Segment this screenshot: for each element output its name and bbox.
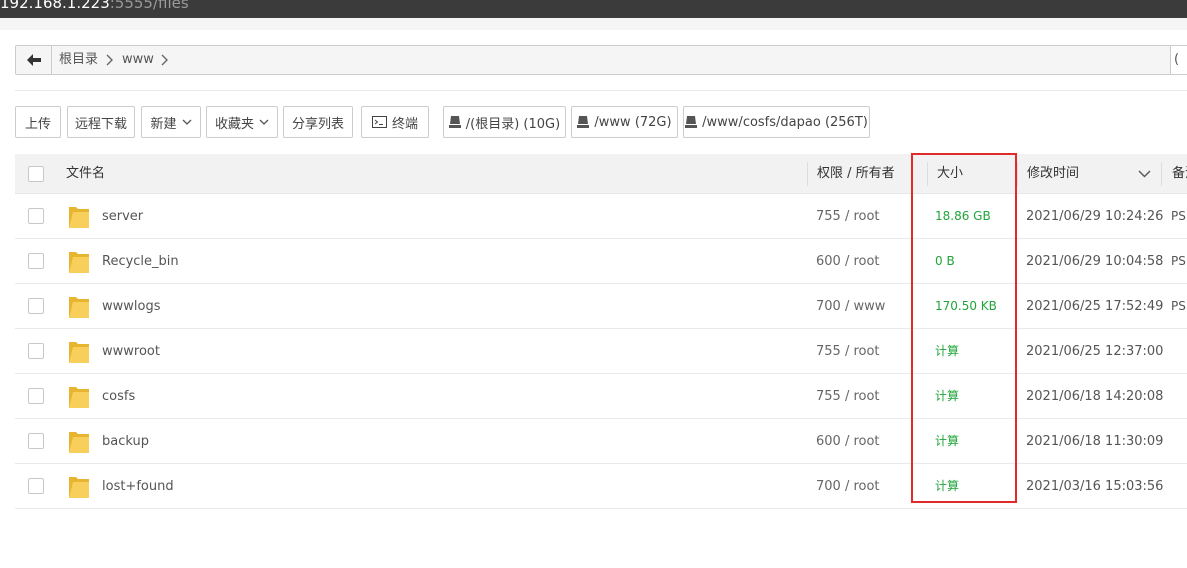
chevron-right-icon	[106, 54, 113, 66]
terminal-label: 终端	[391, 116, 418, 132]
terminal-button[interactable]: 终端	[361, 106, 429, 138]
file-name[interactable]: backup	[102, 419, 149, 464]
new-dropdown-button[interactable]: 新建	[141, 106, 201, 138]
file-note[interactable]: PS:	[1171, 284, 1187, 329]
file-perm-owner[interactable]: 755 / root	[816, 194, 880, 239]
remote-download-button[interactable]: 远程下载	[67, 106, 135, 138]
file-name[interactable]: Recycle_bin	[102, 239, 179, 284]
disk-icon	[577, 116, 590, 128]
disk-cosfs-button[interactable]: /www/cosfs/dapao (256T)	[683, 106, 870, 138]
file-modified-time: 2021/03/16 15:03:56	[1026, 479, 1164, 494]
breadcrumb-www[interactable]: www	[122, 46, 154, 74]
file-modified-time: 2021/06/18 11:30:09	[1026, 434, 1164, 449]
url-host: 192.168.1.223	[0, 0, 110, 12]
file-name[interactable]: cosfs	[102, 374, 135, 419]
new-label: 新建	[150, 116, 177, 132]
disk-root-label: /(根目录) (10G)	[465, 116, 561, 132]
file-name[interactable]: wwwroot	[102, 329, 160, 374]
folder-icon	[69, 297, 89, 318]
chevron-down-icon	[259, 119, 269, 125]
row-checkbox[interactable]	[28, 298, 44, 314]
folder-icon	[69, 342, 89, 363]
folder-icon	[69, 432, 89, 453]
file-name[interactable]: lost+found	[102, 464, 174, 509]
header-filename[interactable]: 文件名	[66, 154, 105, 194]
row-checkbox[interactable]	[28, 208, 44, 224]
file-perm-owner[interactable]: 755 / root	[816, 374, 880, 419]
column-separator	[807, 162, 808, 186]
disk-root-button[interactable]: /(根目录) (10G)	[443, 106, 566, 138]
column-separator	[1017, 162, 1018, 186]
disk-icon	[448, 116, 461, 128]
favorites-dropdown-button[interactable]: 收藏夹	[206, 106, 278, 138]
back-button[interactable]	[16, 46, 52, 74]
folder-icon	[69, 207, 89, 228]
file-modified-time: 2021/06/25 17:52:49	[1026, 299, 1164, 314]
chevron-down-icon[interactable]	[1138, 170, 1151, 178]
favorites-label: 收藏夹	[214, 116, 254, 132]
share-list-label: 分享列表	[291, 116, 344, 132]
url-text: 192.168.1.223:5555/files	[0, 0, 189, 12]
row-checkbox[interactable]	[28, 388, 44, 404]
file-modified-time: 2021/06/29 10:04:58	[1026, 254, 1164, 269]
file-perm-owner[interactable]: 700 / root	[816, 464, 880, 509]
header-modified-time[interactable]: 修改时间	[1027, 154, 1079, 194]
arrow-left-icon	[26, 54, 41, 66]
disk-www-label: /www (72G)	[594, 114, 672, 130]
header-note[interactable]: 备注	[1172, 154, 1187, 194]
disk-cosfs-label: /www/cosfs/dapao (256T)	[702, 114, 868, 130]
folder-icon	[69, 387, 89, 408]
row-checkbox[interactable]	[28, 433, 44, 449]
disk-www-button[interactable]: /www (72G)	[571, 106, 678, 138]
path-bar[interactable]: 根目录 www (	[15, 45, 1187, 75]
row-checkbox[interactable]	[28, 343, 44, 359]
browser-address-bar[interactable]: 192.168.1.223:5555/files	[0, 0, 1187, 18]
file-name[interactable]: wwwlogs	[102, 284, 161, 329]
breadcrumb-root[interactable]: 根目录	[59, 46, 98, 74]
file-modified-time: 2021/06/29 10:24:26	[1026, 209, 1164, 224]
file-perm-owner[interactable]: 600 / root	[816, 419, 880, 464]
terminal-icon	[371, 116, 387, 128]
select-all-checkbox[interactable]	[28, 166, 44, 182]
row-checkbox[interactable]	[28, 253, 44, 269]
upload-label: 上传	[24, 116, 51, 132]
file-perm-owner[interactable]: 755 / root	[816, 329, 880, 374]
size-column-highlight	[911, 153, 1017, 503]
file-note[interactable]: PS:	[1171, 239, 1187, 284]
header-perm-owner[interactable]: 权限 / 所有者	[817, 154, 895, 194]
row-checkbox[interactable]	[28, 478, 44, 494]
file-modified-time: 2021/06/25 12:37:00	[1026, 344, 1164, 359]
path-search-button[interactable]: (	[1170, 46, 1187, 74]
divider	[15, 90, 1187, 91]
folder-icon	[69, 252, 89, 273]
column-separator	[1161, 162, 1162, 186]
folder-icon	[69, 477, 89, 498]
file-perm-owner[interactable]: 700 / www	[816, 284, 885, 329]
disk-icon	[685, 116, 698, 128]
file-modified-time: 2021/06/18 14:20:08	[1026, 389, 1164, 404]
file-name[interactable]: server	[102, 194, 143, 239]
remote-download-label: 远程下载	[74, 116, 127, 132]
chevron-down-icon	[182, 119, 191, 125]
upload-button[interactable]: 上传	[15, 106, 61, 138]
file-perm-owner[interactable]: 600 / root	[816, 239, 880, 284]
share-list-button[interactable]: 分享列表	[283, 106, 353, 138]
url-path: :5555/files	[109, 0, 189, 12]
chevron-right-icon	[161, 54, 168, 66]
file-note[interactable]: PS:	[1171, 194, 1187, 239]
